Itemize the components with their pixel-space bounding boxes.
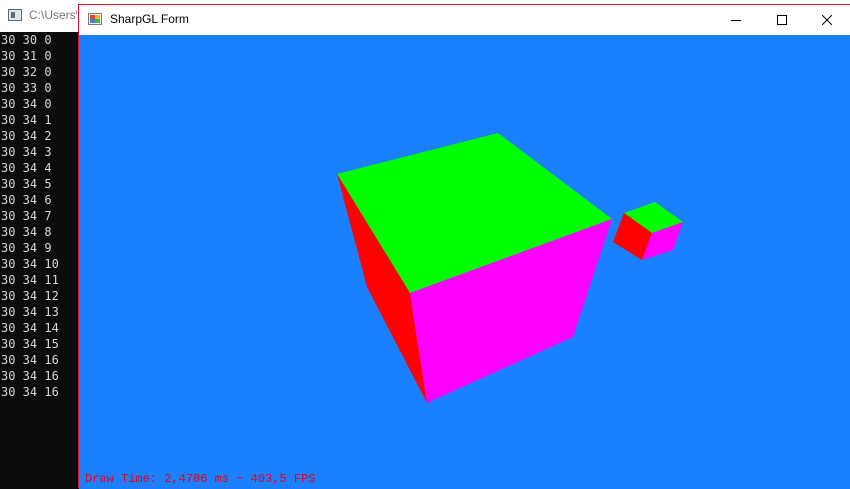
maximize-button[interactable] xyxy=(759,5,805,35)
console-line: 30 34 6 xyxy=(1,193,52,207)
console-line: 30 34 7 xyxy=(1,209,52,223)
console-output: 30 30 0 30 31 0 30 32 0 30 33 0 30 34 0 30 34… xyxy=(1,32,77,400)
console-line: 30 34 16 xyxy=(1,353,59,367)
app-icon xyxy=(88,13,102,25)
console-line: 30 34 3 xyxy=(1,145,52,159)
console-line: 30 34 1 xyxy=(1,113,52,127)
console-icon xyxy=(8,9,22,21)
console-line: 30 34 15 xyxy=(1,337,59,351)
form-titlebar[interactable]: SharpGL Form xyxy=(79,5,850,35)
console-line: 30 34 13 xyxy=(1,305,59,319)
console-line: 30 34 10 xyxy=(1,257,59,271)
console-line: 30 34 14 xyxy=(1,321,59,335)
console-line: 30 30 0 xyxy=(1,33,52,47)
console-line: 30 34 12 xyxy=(1,289,59,303)
console-line: 30 31 0 xyxy=(1,49,52,63)
minimize-button[interactable] xyxy=(713,5,759,35)
close-icon xyxy=(822,15,832,25)
cube-scene xyxy=(337,133,683,403)
console-line: 30 33 0 xyxy=(1,81,52,95)
opengl-viewport[interactable]: Draw Time: 2,4786 ms ~ 403,5 FPS xyxy=(79,35,850,489)
console-line: 30 34 2 xyxy=(1,129,52,143)
console-line: 30 34 0 xyxy=(1,97,52,111)
sharpgl-form-window: SharpGL Form Draw Time: 2,4786 ms ~ 403,… xyxy=(78,4,850,489)
console-title: C:\Users\ xyxy=(29,8,77,22)
close-button[interactable] xyxy=(804,5,850,35)
console-line: 30 32 0 xyxy=(1,65,52,79)
console-line: 30 34 5 xyxy=(1,177,52,191)
console-line: 30 34 8 xyxy=(1,225,52,239)
draw-time-status: Draw Time: 2,4786 ms ~ 403,5 FPS xyxy=(85,472,316,486)
console-line: 30 34 16 xyxy=(1,385,59,399)
minimize-icon xyxy=(731,20,741,21)
console-line: 30 34 4 xyxy=(1,161,52,175)
form-title: SharpGL Form xyxy=(110,12,189,26)
console-line: 30 34 11 xyxy=(1,273,59,287)
console-line: 30 34 16 xyxy=(1,369,59,383)
maximize-icon xyxy=(777,15,787,25)
console-line: 30 34 9 xyxy=(1,241,52,255)
